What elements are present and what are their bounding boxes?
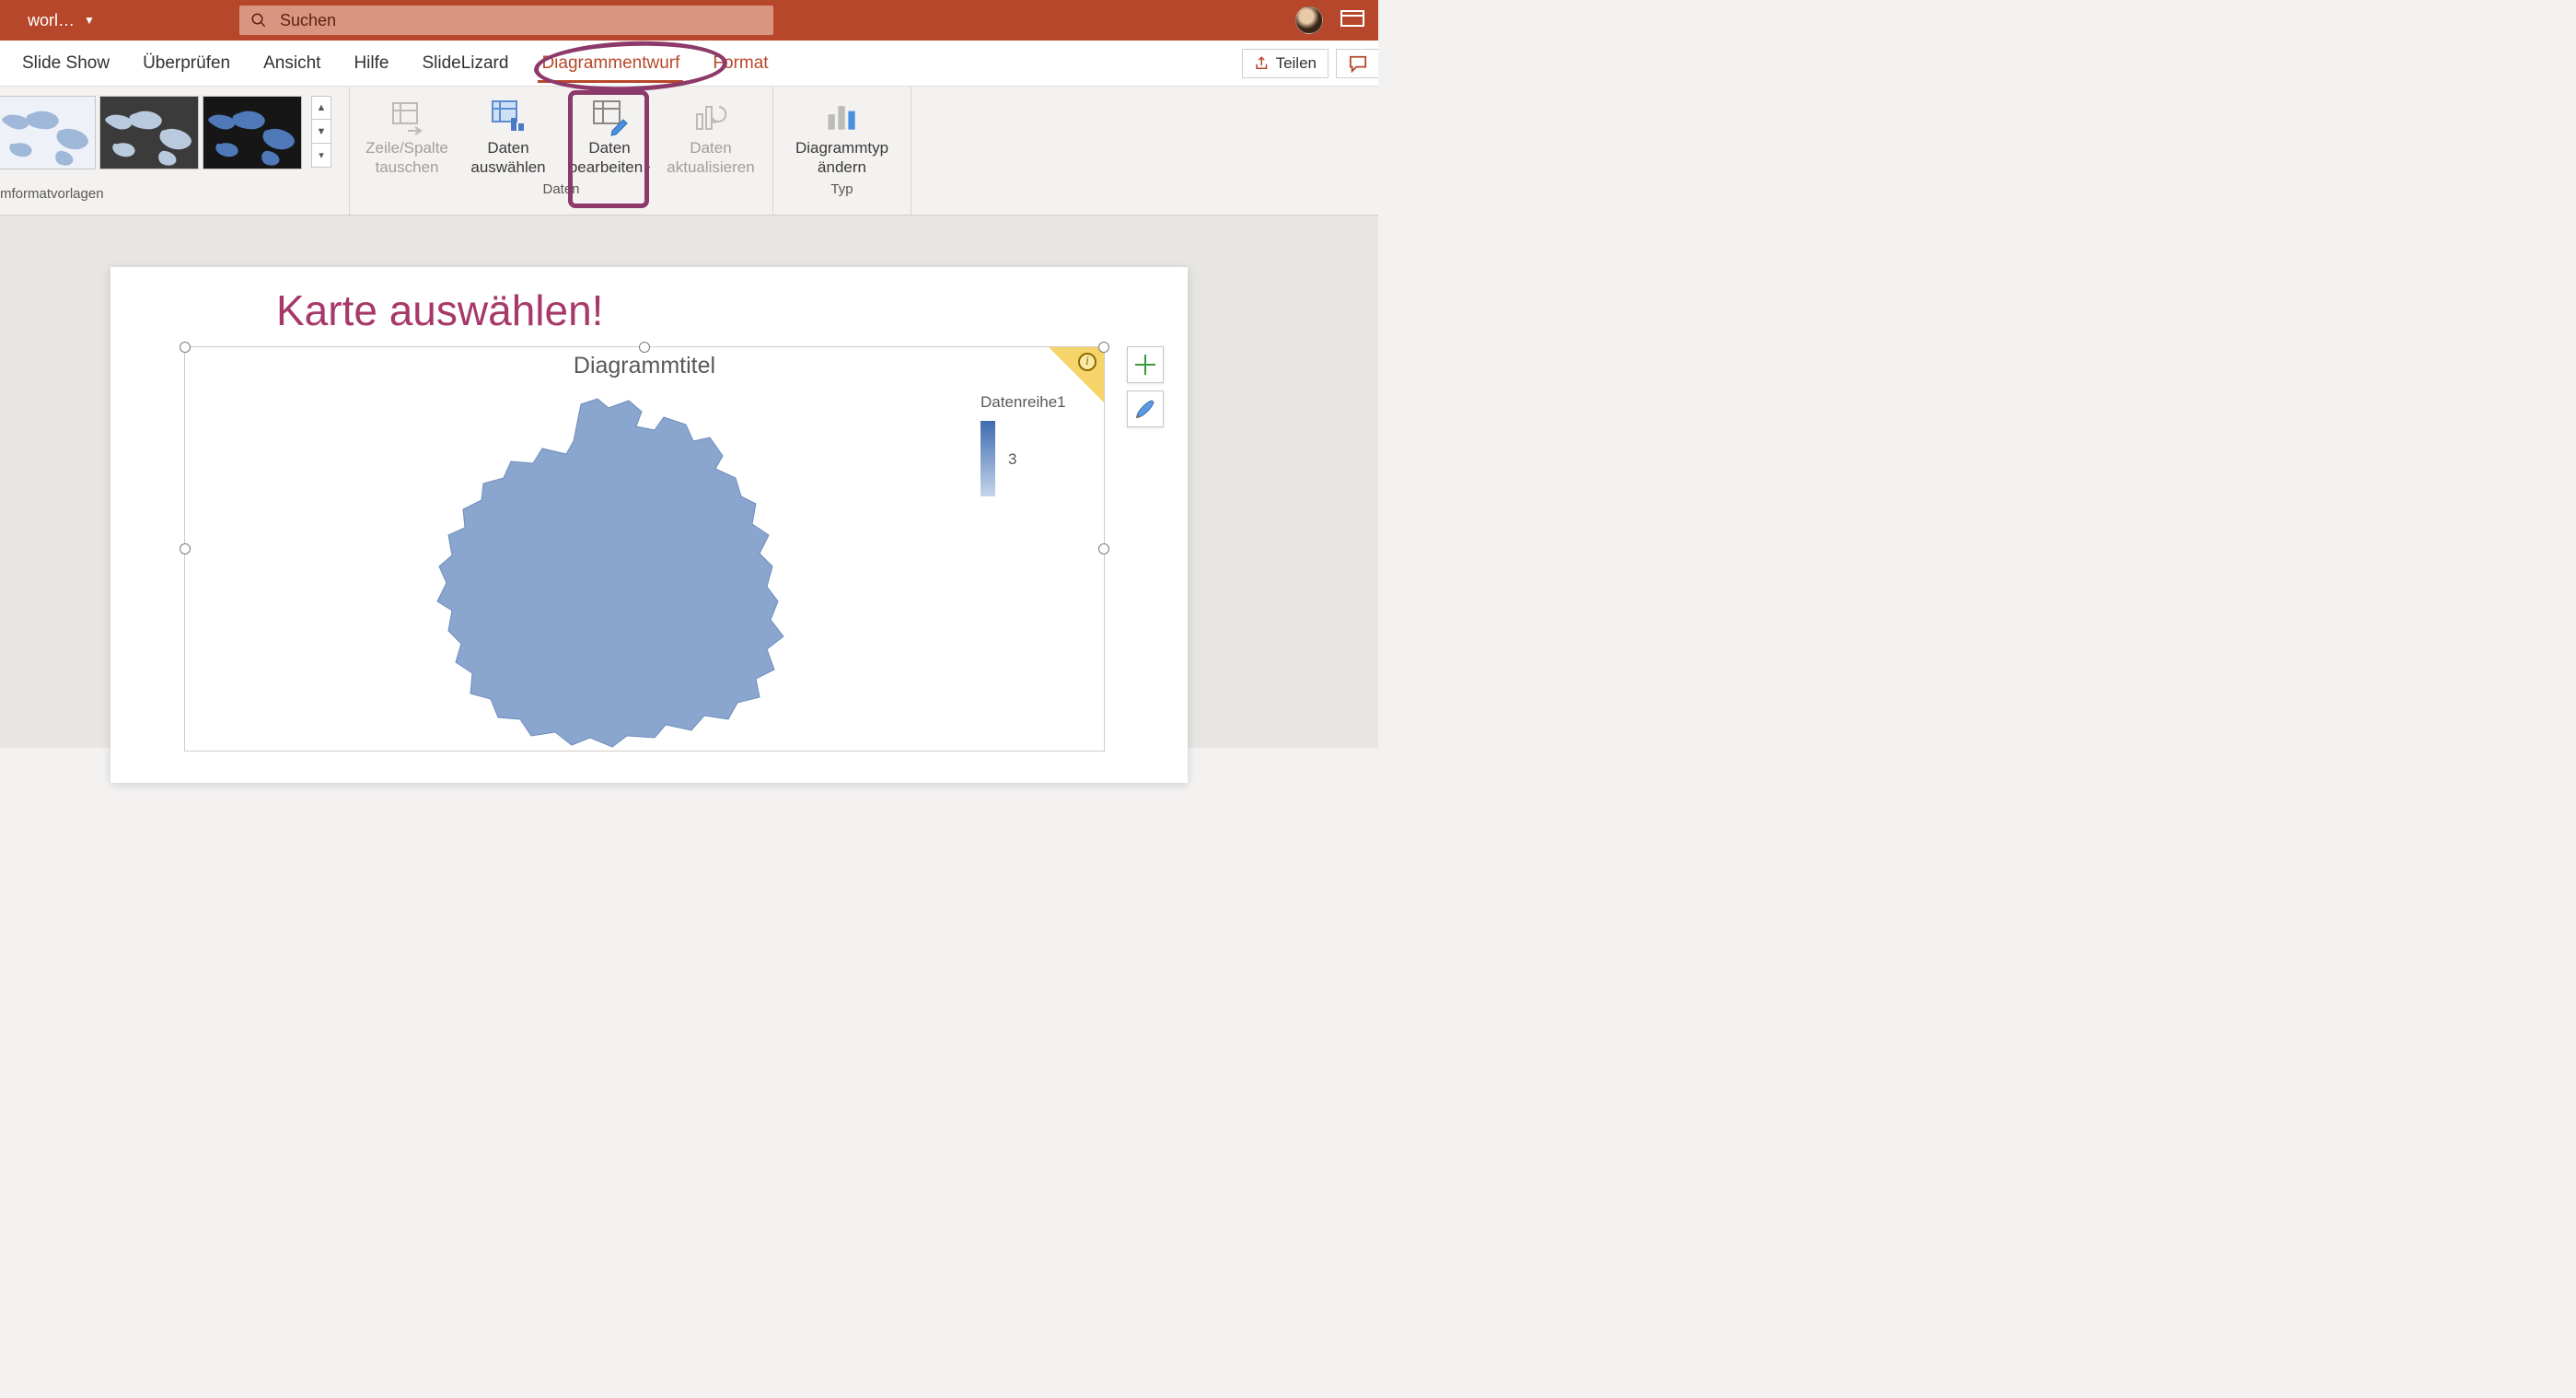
selection-handle[interactable] (180, 342, 191, 353)
info-icon: i (1078, 353, 1097, 371)
chart-styles-button[interactable] (1127, 390, 1164, 427)
select-data-icon (489, 98, 528, 136)
chart-styles-gallery: ▲ ▼ ▾ (0, 92, 331, 182)
share-icon (1254, 55, 1271, 72)
world-map-thumb-icon (0, 97, 95, 169)
user-avatar[interactable] (1295, 6, 1323, 34)
group-label-layouts: mformatvorlagen (0, 182, 340, 207)
switch-rowcol-icon (388, 98, 426, 136)
selection-handle[interactable] (180, 543, 191, 554)
slide-canvas: Karte auswählen! Diagrammtitel i Datenre… (0, 216, 1378, 748)
change-chart-type-button[interactable]: Diagrammtypändern (783, 92, 901, 178)
tab-chart-design[interactable]: Diagrammentwurf (525, 41, 696, 87)
slide[interactable]: Karte auswählen! Diagrammtitel i Datenre… (110, 267, 1188, 783)
switch-rowcol-label-2: tauschen (376, 158, 439, 176)
data-group: Zeile/Spaltetauschen Datenauswählen Date… (350, 87, 773, 215)
ribbon-tabs: Slide Show Überprüfen Ansicht Hilfe Slid… (0, 41, 1378, 87)
select-data-label-1: Daten (487, 139, 528, 157)
chart-style-thumb-2[interactable] (99, 96, 199, 169)
gallery-up-button[interactable]: ▲ (311, 96, 331, 120)
share-button[interactable]: Teilen (1242, 49, 1329, 78)
search-placeholder: Suchen (280, 11, 336, 30)
world-map-thumb-icon (100, 97, 198, 169)
annotation-title: Karte auswählen! (276, 285, 603, 335)
tab-slidelizard[interactable]: SlideLizard (405, 41, 525, 87)
type-group: Diagrammtypändern Typ (773, 87, 911, 215)
chart-style-thumb-1[interactable] (0, 96, 96, 169)
refresh-data-label-1: Daten (690, 139, 731, 157)
group-label-data: Daten (359, 178, 763, 203)
ribbon: ▲ ▼ ▾ mformatvorlagen Zeile/Spaltetausch… (0, 87, 1378, 216)
selection-handle[interactable] (639, 342, 650, 353)
map-chart[interactable]: Diagrammtitel i Datenreihe1 3 (184, 346, 1105, 751)
chart-style-thumb-3[interactable] (203, 96, 302, 169)
search-input[interactable]: Suchen (239, 6, 773, 35)
selection-handle[interactable] (1098, 342, 1109, 353)
legend-color-scale (981, 421, 995, 496)
ribbon-display-options-button[interactable] (1340, 8, 1365, 29)
change-type-icon (823, 98, 862, 136)
chart-legend: Datenreihe1 3 (981, 393, 1091, 496)
tab-review[interactable]: Überprüfen (126, 41, 247, 87)
gallery-down-button[interactable]: ▼ (311, 120, 331, 144)
search-icon (250, 12, 267, 29)
document-title: worl… (28, 11, 75, 30)
comments-button[interactable] (1336, 49, 1378, 78)
edit-data-icon (590, 98, 629, 136)
change-type-label-1: Diagrammtyp (795, 139, 888, 157)
title-bar: worl… ▼ Suchen (0, 0, 1378, 41)
brush-icon (1133, 397, 1157, 421)
change-type-label-2: ändern (818, 158, 866, 176)
refresh-data-label-2: aktualisieren (667, 158, 754, 176)
tab-format[interactable]: Format (696, 41, 784, 87)
share-label: Teilen (1276, 54, 1317, 73)
tab-slide-show[interactable]: Slide Show (6, 41, 126, 87)
legend-value: 3 (1008, 450, 1016, 469)
edit-data-label-2: bearbeiten (569, 158, 643, 176)
switch-rowcol-label-1: Zeile/Spalte (366, 139, 448, 157)
chevron-down-icon: ▼ (84, 14, 95, 27)
select-data-button[interactable]: Datenauswählen (460, 92, 556, 178)
gallery-spinner: ▲ ▼ ▾ (311, 96, 331, 168)
refresh-data-button: Datenaktualisieren (663, 92, 759, 178)
map-region-germany (388, 393, 903, 762)
chart-layouts-group: ▲ ▼ ▾ mformatvorlagen (0, 87, 350, 215)
switch-row-column-button: Zeile/Spaltetauschen (359, 92, 455, 178)
document-title-dropdown[interactable]: worl… ▼ (28, 11, 95, 30)
chevron-down-icon: ▾ (644, 162, 650, 175)
edit-data-label-1: Daten (588, 139, 630, 157)
gallery-more-button[interactable]: ▾ (311, 144, 331, 168)
legend-series-label: Datenreihe1 (981, 393, 1091, 412)
select-data-label-2: auswählen (470, 158, 545, 176)
plus-icon (1132, 352, 1158, 378)
comment-icon (1348, 54, 1368, 73)
chart-elements-button[interactable] (1127, 346, 1164, 383)
refresh-data-icon (691, 98, 730, 136)
tab-view[interactable]: Ansicht (247, 41, 337, 87)
selection-handle[interactable] (1098, 543, 1109, 554)
tab-help[interactable]: Hilfe (337, 41, 405, 87)
chart-title: Diagrammtitel (185, 353, 1104, 379)
world-map-thumb-icon (203, 97, 301, 169)
edit-data-button[interactable]: Datenbearbeiten▾ (562, 92, 657, 178)
group-label-type: Typ (783, 178, 901, 203)
